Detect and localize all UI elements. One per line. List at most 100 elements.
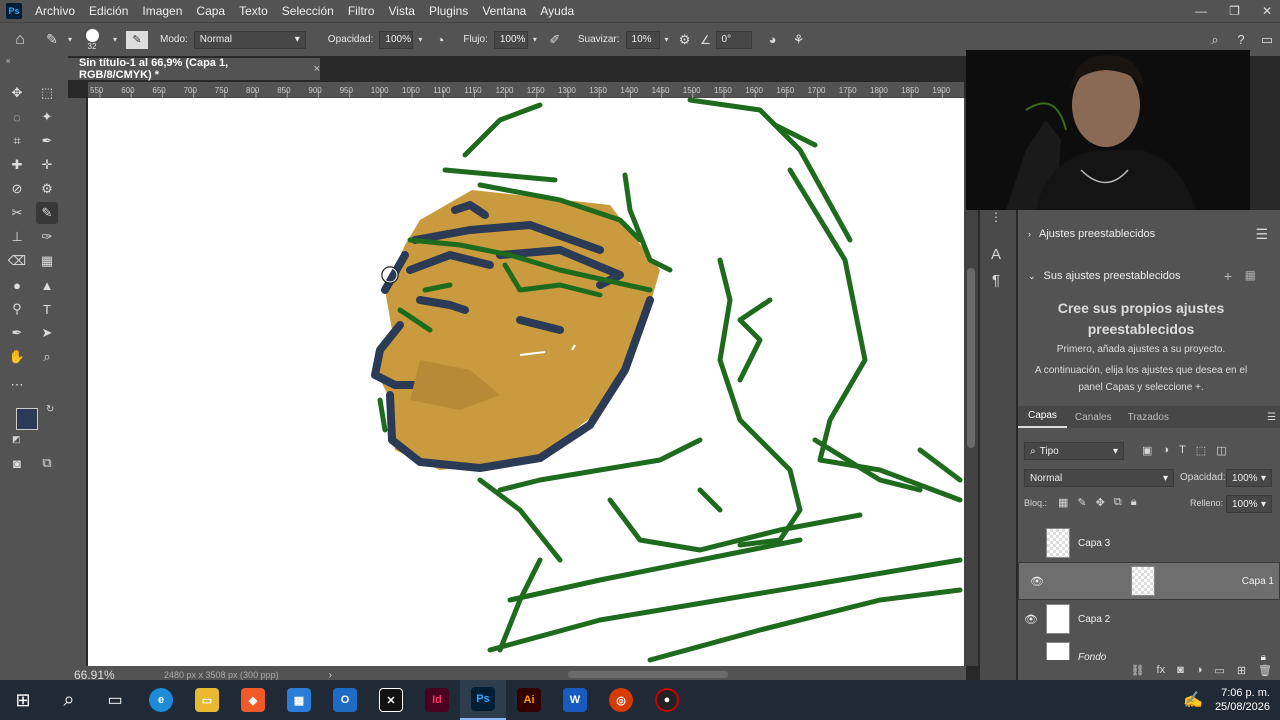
taskbar-app[interactable]: ◎ bbox=[598, 680, 644, 720]
brush-settings-icon[interactable]: ✎ bbox=[126, 30, 148, 49]
layers-menu-icon[interactable]: ☰ bbox=[1267, 412, 1276, 423]
eye-icon[interactable]: 👁︎ bbox=[1018, 613, 1044, 626]
pen-tool-icon[interactable]: ✒ bbox=[6, 322, 28, 344]
lock-transparency-icon[interactable]: ▦ bbox=[1058, 496, 1068, 509]
chevron-right-icon[interactable]: › bbox=[329, 670, 332, 681]
tab-canales[interactable]: Canales bbox=[1067, 412, 1120, 423]
workspace-icon[interactable]: ▭ bbox=[1254, 32, 1280, 48]
history-brush-icon[interactable]: ✑ bbox=[36, 226, 58, 248]
pen-icon[interactable]: ✍ bbox=[1183, 690, 1203, 710]
shape-filter-icon[interactable]: ⬚ bbox=[1196, 444, 1206, 457]
type-filter-icon[interactable]: T bbox=[1179, 444, 1186, 457]
character-panel-icon[interactable]: A bbox=[991, 246, 1001, 263]
lock-position-icon[interactable]: ✥ bbox=[1096, 496, 1105, 509]
smoothing-input[interactable]: 10% bbox=[625, 30, 660, 49]
brush-preset-picker[interactable]: 32 bbox=[76, 25, 108, 55]
eye-icon[interactable]: 👁︎ bbox=[1024, 575, 1050, 588]
more-tools-icon[interactable]: ⋯ bbox=[6, 374, 28, 396]
marquee-tool-icon[interactable]: ⬚ bbox=[36, 82, 58, 104]
chevron-down-icon[interactable]: ▾ bbox=[528, 35, 542, 44]
swap-colors-icon[interactable]: ↻ bbox=[46, 404, 54, 415]
quick-mask-icon[interactable]: ◙ bbox=[6, 452, 28, 474]
help-icon[interactable]: ? bbox=[1228, 32, 1254, 47]
scroll-thumb[interactable] bbox=[967, 268, 975, 448]
taskbar-app[interactable]: ✕ bbox=[368, 680, 414, 720]
lock-pixels-icon[interactable]: ✎ bbox=[1077, 496, 1086, 509]
drawing-canvas[interactable] bbox=[88, 98, 964, 666]
fx-icon[interactable]: fx bbox=[1157, 664, 1166, 676]
lasso-tool-icon[interactable]: ◌ bbox=[6, 106, 28, 128]
scissors-icon[interactable]: ✂ bbox=[6, 202, 28, 224]
link-layers-icon[interactable]: ⛓ bbox=[1131, 664, 1145, 677]
system-clock[interactable]: 7:06 p. m. 25/08/2026 bbox=[1215, 686, 1270, 714]
menu-texto[interactable]: Texto bbox=[232, 4, 275, 18]
angle-input[interactable]: 0° bbox=[715, 30, 752, 49]
history-panel-icon[interactable]: ⋮ bbox=[990, 210, 1002, 224]
layer-row[interactable]: 👁︎ Capa 2 bbox=[1018, 600, 1280, 638]
document-tab[interactable]: Sin título-1 al 66,9% (Capa 1, RGB/8/CMY… bbox=[68, 57, 320, 81]
airbrush-icon[interactable]: ✐ bbox=[542, 32, 568, 48]
taskbar-app[interactable]: ▭ bbox=[184, 680, 230, 720]
hand-tool-icon[interactable]: ✋ bbox=[6, 346, 28, 368]
type-tool-icon[interactable]: T bbox=[36, 298, 58, 320]
image-filter-icon[interactable]: ▣ bbox=[1142, 444, 1152, 457]
dodge-tool-icon[interactable]: ⚲ bbox=[6, 298, 28, 320]
clone-stamp-icon[interactable]: ⊥ bbox=[6, 226, 28, 248]
sharpen-tool-icon[interactable]: ▲ bbox=[36, 274, 58, 296]
gradient-tool-icon[interactable]: ▦ bbox=[36, 250, 58, 272]
healing-brush-icon[interactable]: ✚ bbox=[6, 154, 28, 176]
horizontal-scroll-thumb[interactable] bbox=[568, 671, 728, 678]
chevron-down-icon[interactable]: ▾ bbox=[660, 35, 674, 44]
layer-row[interactable]: Capa 3 bbox=[1018, 524, 1280, 562]
chevron-down-icon[interactable]: ▾ bbox=[64, 35, 76, 44]
layer-opacity-input[interactable]: 100% ▾ bbox=[1226, 469, 1272, 487]
taskbar-app[interactable]: Id bbox=[414, 680, 460, 720]
taskbar-app[interactable]: ▦ bbox=[276, 680, 322, 720]
panel-menu-icon[interactable]: ☰ bbox=[1255, 226, 1268, 243]
menu-vista[interactable]: Vista bbox=[381, 4, 421, 18]
taskbar-app[interactable]: e bbox=[138, 680, 184, 720]
magic-wand-tool-icon[interactable]: ✦ bbox=[36, 106, 58, 128]
grid-view-icon[interactable]: ▦ bbox=[1245, 268, 1256, 282]
move-tool-icon[interactable]: ✥ bbox=[6, 82, 28, 104]
taskbar-app-active[interactable]: Ps bbox=[460, 680, 506, 720]
menu-edicion[interactable]: Edición bbox=[82, 4, 135, 18]
eyedropper-tool-icon[interactable]: ✒ bbox=[36, 130, 58, 152]
zoom-tool-icon[interactable]: ⌕ bbox=[36, 346, 58, 368]
taskbar-app[interactable]: O bbox=[322, 680, 368, 720]
pressure-opacity-icon[interactable]: ◔ bbox=[427, 32, 453, 48]
start-button[interactable]: ⊞ bbox=[0, 680, 46, 720]
foreground-color-swatch[interactable] bbox=[16, 408, 38, 430]
brush-tool-icon[interactable]: ✎ bbox=[40, 31, 64, 48]
search-icon[interactable]: ⌕ bbox=[1202, 32, 1228, 48]
symmetry-icon[interactable]: ⚘ bbox=[786, 32, 812, 48]
taskbar-app[interactable]: Ai bbox=[506, 680, 552, 720]
taskbar-app[interactable]: W bbox=[552, 680, 598, 720]
search-button[interactable]: ⌕ bbox=[46, 680, 92, 720]
maximize-button[interactable]: ❐ bbox=[1229, 0, 1240, 22]
bandage-icon[interactable]: ⊘ bbox=[6, 178, 28, 200]
eraser-tool-icon[interactable]: ⌫ bbox=[6, 250, 28, 272]
flow-input[interactable]: 100% bbox=[493, 30, 528, 49]
layer-row[interactable]: 👁︎ Capa 1 bbox=[1018, 562, 1280, 600]
smart-object-filter-icon[interactable]: ◫ bbox=[1216, 444, 1226, 457]
taskbar-app[interactable]: ◆ bbox=[230, 680, 276, 720]
menu-seleccion[interactable]: Selección bbox=[275, 4, 341, 18]
add-mask-icon[interactable]: ◙ bbox=[1177, 664, 1184, 676]
task-view-button[interactable]: ▭ bbox=[92, 680, 138, 720]
spot-healing-icon[interactable]: ✛ bbox=[36, 154, 58, 176]
pressure-size-icon[interactable]: ◕ bbox=[760, 32, 786, 47]
blur-tool-icon[interactable]: ● bbox=[6, 274, 28, 296]
add-preset-icon[interactable]: + bbox=[1224, 268, 1232, 284]
adjustment-filter-icon[interactable]: ◑ bbox=[1162, 444, 1169, 457]
menu-archivo[interactable]: Archivo bbox=[28, 4, 82, 18]
mode-select[interactable]: Normal ▾ bbox=[193, 30, 306, 49]
collapse-icon[interactable]: « bbox=[6, 56, 10, 65]
chevron-down-icon[interactable]: ▾ bbox=[108, 35, 122, 44]
chevron-down-icon[interactable]: ▾ bbox=[413, 35, 427, 44]
layer-name[interactable]: Capa 3 bbox=[1078, 538, 1110, 549]
new-layer-icon[interactable]: ⊞ bbox=[1237, 664, 1246, 677]
lock-all-icon[interactable]: 🔒︎ bbox=[1131, 496, 1137, 509]
tab-capas[interactable]: Capas bbox=[1018, 406, 1067, 428]
tab-trazados[interactable]: Trazados bbox=[1120, 412, 1177, 423]
